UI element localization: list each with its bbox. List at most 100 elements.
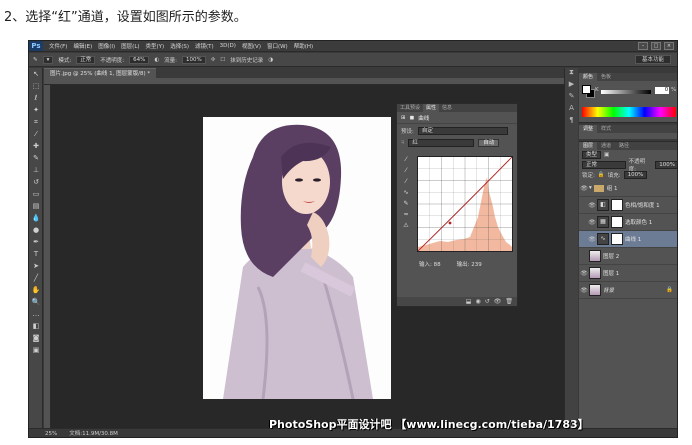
zoom-level[interactable]: 25% [45, 429, 57, 437]
reset-icon[interactable]: ↺ [485, 297, 490, 306]
shape-tool-icon[interactable]: ╱ [30, 273, 42, 284]
output-value[interactable]: 239 [471, 262, 482, 268]
move-tool-icon[interactable]: ↖ [30, 69, 42, 80]
tab-paths[interactable]: 路径 [615, 142, 633, 150]
tab-channels[interactable]: 通道 [597, 142, 615, 150]
input-value[interactable]: 88 [434, 262, 441, 268]
more-tools-icon[interactable]: … [30, 309, 42, 320]
menu-edit[interactable]: 编辑(E) [73, 42, 92, 50]
menu-help[interactable]: 帮助(H) [294, 42, 313, 50]
path-select-tool-icon[interactable]: ➤ [30, 261, 42, 272]
tab-tool-presets[interactable]: 工具预设 [397, 104, 423, 112]
eyedropper-tool-icon[interactable]: ⁄ [30, 129, 42, 140]
eraser-tool-icon[interactable]: ✎ [33, 57, 38, 63]
hand-tool-icon[interactable]: ✋ [30, 285, 42, 296]
screen-mode-icon[interactable]: ▣ [30, 345, 42, 356]
menu-3d[interactable]: 3D(D) [220, 43, 236, 49]
edit-points-icon[interactable]: ∿ [401, 189, 411, 200]
zoom-tool-icon[interactable]: 🔍 [30, 297, 42, 308]
menu-window[interactable]: 窗口(W) [267, 42, 288, 50]
black-point-eyedropper-icon[interactable]: ⁄ [401, 156, 411, 167]
document-tab[interactable]: 图片.jpg @ 25% (曲线 1, 图层蒙版/8) * [44, 68, 157, 78]
tab-adjustments[interactable]: 调整 [579, 125, 598, 133]
document-info[interactable]: 文档:11.9M/30.8M [69, 429, 118, 437]
opacity-input[interactable]: 64% [129, 55, 150, 64]
layer-mask-icon[interactable]: ◼ [410, 115, 415, 121]
tab-swatches[interactable]: 色板 [597, 73, 615, 81]
menu-select[interactable]: 选择(S) [170, 42, 189, 50]
layer-row-layer1[interactable]: 👁 图层 1 [579, 265, 677, 282]
tab-layers[interactable]: 图层 [579, 142, 598, 150]
marquee-tool-icon[interactable]: ⬚ [30, 81, 42, 92]
k-value-input[interactable]: 0 [655, 87, 669, 94]
gradient-tool-icon[interactable]: ▤ [30, 201, 42, 212]
layer-row-background[interactable]: 👁 背景 🔒 [579, 282, 677, 299]
pressure-size-icon[interactable]: ◑ [268, 57, 273, 63]
layer-opacity-input[interactable]: 100% [655, 161, 677, 169]
visibility-eye-icon[interactable]: 👁 [579, 270, 589, 277]
preset-select[interactable]: 自定 [417, 127, 508, 135]
menu-file[interactable]: 文件(F) [49, 42, 67, 50]
pressure-opacity-icon[interactable]: ◐ [154, 57, 159, 63]
visibility-eye-icon[interactable]: 👁 [579, 287, 589, 294]
history-checkbox[interactable]: ☐ [220, 57, 225, 63]
eraser-tool-icon[interactable]: ▭ [30, 189, 42, 200]
blend-mode-select[interactable]: 正常 [582, 161, 626, 169]
type-tool-icon[interactable]: T [30, 249, 42, 260]
crop-tool-icon[interactable]: ⌗ [30, 117, 42, 128]
on-image-adjust-icon[interactable]: ☟ [401, 140, 404, 146]
layer-filter-select[interactable]: 类型 [582, 151, 602, 159]
tab-properties[interactable]: 属性 [423, 104, 440, 112]
quick-mask-icon[interactable]: ◙ [30, 333, 42, 344]
clip-to-layer-icon[interactable]: ⬓ [466, 297, 472, 306]
smooth-curve-icon[interactable]: ≈ [401, 211, 411, 222]
history-icon[interactable]: ⧗ [565, 68, 578, 80]
airbrush-icon[interactable]: ✢ [211, 57, 216, 63]
pen-tool-icon[interactable]: ✒ [30, 237, 42, 248]
filter-toggle-icon[interactable]: ▣ [604, 152, 609, 158]
visibility-eye-icon[interactable]: 👁 [587, 219, 597, 226]
brush-preset-picker[interactable]: ▾ [42, 55, 54, 64]
minimize-icon[interactable]: – [638, 42, 648, 50]
visibility-icon[interactable]: 👁 [494, 297, 502, 306]
blur-tool-icon[interactable]: 💧 [30, 213, 42, 224]
gray-point-eyedropper-icon[interactable]: ⁄ [401, 167, 411, 178]
healing-tool-icon[interactable]: ✚ [30, 141, 42, 152]
menu-view[interactable]: 视图(V) [242, 42, 261, 50]
layer-mask-thumb[interactable] [611, 199, 623, 211]
layer-row-curves[interactable]: 👁 ∿ 曲线 1 [579, 231, 677, 248]
layer-row-group[interactable]: 👁 ▾ 组 1 [579, 180, 677, 197]
view-previous-icon[interactable]: ◉ [475, 297, 480, 306]
character-icon[interactable]: A [565, 104, 578, 116]
tab-styles[interactable]: 样式 [597, 125, 615, 133]
k-slider[interactable] [601, 90, 651, 94]
draw-curve-icon[interactable]: ✎ [401, 200, 411, 211]
color-spectrum[interactable] [582, 107, 676, 117]
curves-graph[interactable] [417, 156, 513, 252]
layer-row-selective-color[interactable]: 👁 ▦ 选取颜色 1 [579, 214, 677, 231]
mode-select[interactable]: 正常 [76, 55, 96, 64]
stamp-tool-icon[interactable]: ⊥ [30, 165, 42, 176]
flow-input[interactable]: 100% [182, 55, 206, 64]
menu-image[interactable]: 图像(I) [98, 42, 115, 50]
layer-mask-thumb[interactable] [611, 233, 623, 245]
lasso-tool-icon[interactable]: ℓ [30, 93, 42, 104]
menu-layer[interactable]: 图层(L) [121, 42, 139, 50]
history-brush-tool-icon[interactable]: ↺ [30, 177, 42, 188]
lock-icon[interactable]: 🔒 [598, 172, 605, 178]
fill-input[interactable]: 100% [623, 171, 648, 179]
brush-tool-icon[interactable]: ✎ [30, 153, 42, 164]
foreground-color-swatch[interactable] [582, 85, 591, 94]
expand-arrow-icon[interactable]: ▾ [589, 185, 592, 191]
actions-icon[interactable]: ▶ [565, 80, 578, 92]
clipping-warning-icon[interactable]: ⚠ [401, 222, 411, 233]
workspace-select[interactable]: 基本功能 [634, 55, 671, 64]
channel-select[interactable]: 红 [408, 139, 475, 147]
maximize-icon[interactable]: □ [651, 42, 661, 50]
tab-color[interactable]: 颜色 [579, 73, 598, 81]
layer-mask-thumb[interactable] [611, 216, 623, 228]
visibility-eye-icon[interactable]: 👁 [587, 236, 597, 243]
trash-icon[interactable]: 🗑 [505, 297, 513, 306]
layer-row-layer2[interactable]: 图层 2 [579, 248, 677, 265]
tab-info[interactable]: 信息 [439, 104, 455, 112]
